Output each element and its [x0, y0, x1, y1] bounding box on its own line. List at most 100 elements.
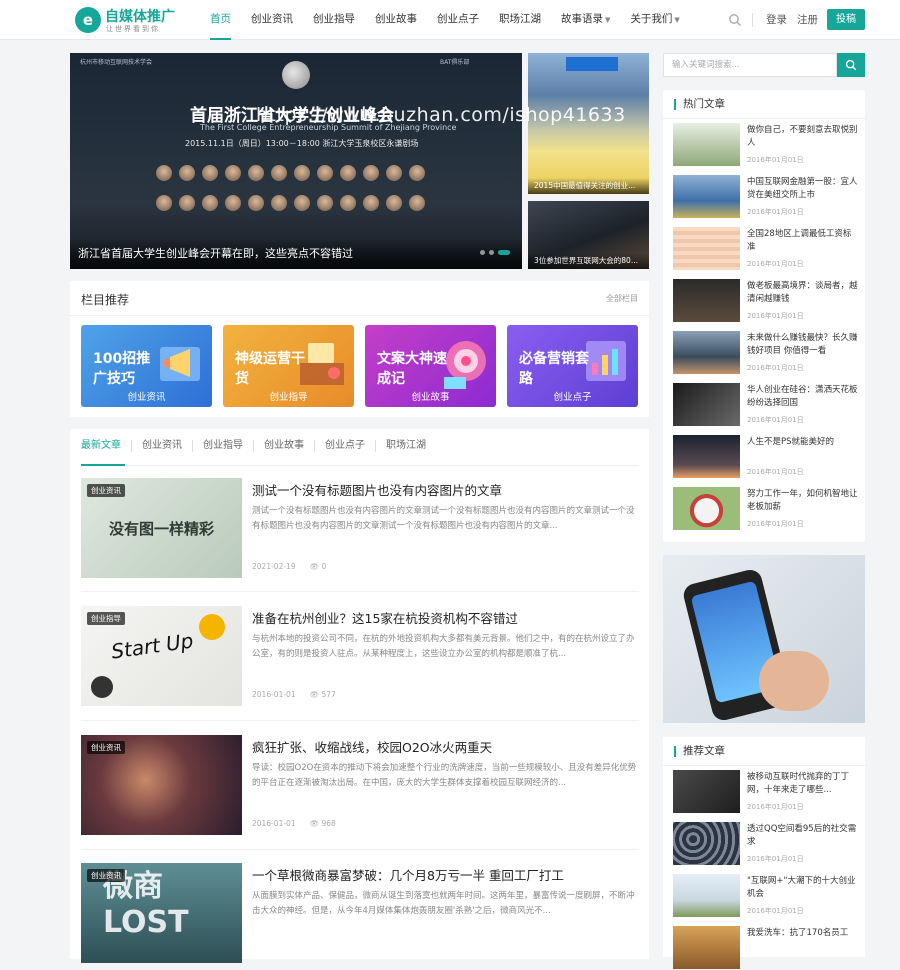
nav-label: 创业资讯 [251, 13, 293, 25]
hot-article-item[interactable]: 人生不是PS就能美好的 2016年01月01日 [673, 435, 859, 479]
recommended-article-item[interactable]: 透过QQ空间看95后的社交需求 2016年01月01日 [673, 822, 859, 866]
column-card-guide[interactable]: 神级运营干货 创业指导 [223, 325, 354, 407]
article-thumbnail[interactable]: 创业资讯 [81, 735, 242, 835]
hot-article-title[interactable]: 中国互联网金融第一股：宜人贷在美纽交所上市 [747, 176, 859, 202]
hot-article-item[interactable]: 未来做什么赚钱最快？长久赚钱好项目 你值得一看 2016年01月01日 [673, 331, 859, 375]
nav-item-startup-news[interactable]: 创业资讯 [241, 0, 303, 40]
watermark-text: https://www.huzhan.com/ishop41633 [256, 104, 626, 126]
all-columns-link[interactable]: 全部栏目 [606, 293, 638, 304]
hot-article-item[interactable]: 做你自己，不要刻意去取悦别人 2016年01月01日 [673, 123, 859, 167]
hot-article-item[interactable]: 中国互联网金融第一股：宜人贷在美纽交所上市 2016年01月01日 [673, 175, 859, 219]
tab-startup-stories[interactable]: 创业故事 [264, 440, 315, 452]
column-card-label: 创业指导 [269, 392, 308, 403]
register-link[interactable]: 注册 [797, 12, 818, 27]
hot-article-title[interactable]: 做你自己，不要刻意去取悦别人 [747, 124, 859, 150]
recommended-article-item[interactable]: "互联网+"大潮下的十大创业机会 2016年01月01日 [673, 874, 859, 918]
column-card-news[interactable]: 100招推广技巧 创业资讯 [81, 325, 212, 407]
tab-startup-guide[interactable]: 创业指导 [203, 440, 254, 452]
hot-article-item[interactable]: 华人创业在硅谷：潇洒天花板 纷纷选择回国 2016年01月01日 [673, 383, 859, 427]
article-views: 👁 0 [310, 562, 327, 571]
article-title[interactable]: 一个草根微商暴富梦破：几个月8万亏一半 重回工厂打工 [252, 865, 564, 884]
hot-article-title[interactable]: 全国28地区上调最低工资标准 [747, 228, 859, 254]
article-item[interactable]: 创业资讯 疯狂扩张、收缩战线，校园O2O冰火两重天 导读：校园O2O在资本的推动… [81, 735, 639, 835]
slide-organizer-left: 杭州市移动互联网技术学会 [80, 59, 153, 66]
hot-article-title[interactable]: 华人创业在硅谷：潇洒天花板 纷纷选择回国 [747, 384, 859, 410]
logo-mark-icon: e [75, 7, 101, 33]
nav-label: 关于我们 [630, 13, 673, 25]
recommended-article-title[interactable]: 被移动互联时代抛弃的丁丁网，十年来走了哪些... [747, 771, 859, 797]
search-input[interactable]: 输入关键词搜索... [663, 53, 837, 77]
column-card-label: 创业故事 [411, 392, 450, 403]
category-badge[interactable]: 创业资讯 [87, 484, 125, 497]
tab-startup-news[interactable]: 创业资讯 [142, 440, 193, 452]
slide-organizer-right: BAT俱乐部 [440, 59, 470, 66]
nav-item-quotes[interactable]: 故事语录 ▼ [551, 0, 620, 40]
hot-article-date: 2016年01月01日 [747, 312, 804, 320]
nav-item-startup-guide[interactable]: 创业指导 [303, 0, 365, 40]
recommended-article-title[interactable]: "互联网+"大潮下的十大创业机会 [747, 875, 859, 901]
article-title[interactable]: 准备在杭州创业？这15家在杭投资机构不容错过 [252, 608, 518, 627]
divider [81, 591, 639, 592]
nav-item-about[interactable]: 关于我们 ▼ [620, 0, 689, 40]
nav-item-startup-stories[interactable]: 创业故事 [365, 0, 427, 40]
hot-article-thumbnail [673, 123, 740, 166]
nav-item-workplace[interactable]: 职场江湖 [489, 0, 551, 40]
hot-article-thumbnail [673, 227, 740, 270]
logo-title: 自媒体推广 [105, 9, 175, 25]
article-item[interactable]: Start Up 创业指导 准备在杭州创业？这15家在杭投资机构不容错过 与杭州… [81, 606, 639, 706]
eye-icon: 👁 [309, 690, 320, 699]
views-count: 0 [321, 562, 327, 571]
hot-article-title[interactable]: 人生不是PS就能美好的 [747, 436, 859, 462]
category-badge[interactable]: 创业指导 [87, 612, 125, 625]
article-title[interactable]: 测试一个没有标题图片也没有内容图片的文章 [252, 480, 502, 499]
hot-article-date: 2016年01月01日 [747, 416, 804, 424]
hot-article-thumbnail [673, 487, 740, 530]
slider-dot-active[interactable] [498, 250, 510, 255]
featured-side-item[interactable]: 3位参加世界互联网大会的80... [528, 201, 649, 269]
slide-title[interactable]: 浙江省首届大学生创业峰会开幕在即，这些亮点不容错过 [78, 245, 353, 261]
recommended-article-title[interactable]: 我爱洗车：抗了170名员工 [747, 927, 859, 953]
hot-article-item[interactable]: 努力工作一年，如何机智地让老板加薪 2016年01月01日 [673, 487, 859, 531]
hot-article-title[interactable]: 努力工作一年，如何机智地让老板加薪 [747, 488, 859, 514]
search-icon[interactable] [728, 13, 742, 27]
column-card-ideas[interactable]: 必备营销套路 创业点子 [507, 325, 638, 407]
hot-article-item[interactable]: 做老板最高境界：谈局者，越清闲越赚钱 2016年01月01日 [673, 279, 859, 323]
search-button[interactable] [837, 53, 865, 77]
article-item[interactable]: 没有图一样精彩 创业资讯 测试一个没有标题图片也没有内容图片的文章 测试一个没有… [81, 478, 639, 578]
hot-article-date: 2016年01月01日 [747, 364, 804, 372]
column-card-label: 创业资讯 [127, 392, 166, 403]
category-badge[interactable]: 创业资讯 [87, 741, 125, 754]
hot-article-item[interactable]: 全国28地区上调最低工资标准 2016年01月01日 [673, 227, 859, 271]
nav-label: 创业点子 [437, 13, 479, 25]
hot-article-title[interactable]: 做老板最高境界：谈局者，越清闲越赚钱 [747, 280, 859, 306]
nav-item-startup-ideas[interactable]: 创业点子 [427, 0, 489, 40]
submit-post-button[interactable]: 投稿 [827, 9, 865, 30]
recommended-article-item[interactable]: 我爱洗车：抗了170名员工 [673, 926, 859, 970]
article-title[interactable]: 疯狂扩张、收缩战线，校园O2O冰火两重天 [252, 737, 492, 756]
nav-item-home[interactable]: 首页 [200, 0, 241, 40]
hot-article-title[interactable]: 未来做什么赚钱最快？长久赚钱好项目 你值得一看 [747, 332, 859, 358]
recommended-article-thumbnail [673, 926, 740, 969]
hot-article-date: 2016年01月01日 [747, 156, 804, 164]
site-logo[interactable]: e 自媒体推广 让世界看到你 [75, 5, 195, 35]
featured-slider[interactable]: 杭州市移动互联网技术学会 BAT俱乐部 首届浙江省大学生创业峰会 The Fir… [70, 53, 522, 269]
login-link[interactable]: 登录 [766, 12, 787, 27]
article-item[interactable]: 微商 LOST 创业资讯 一个草根微商暴富梦破：几个月8万亏一半 重回工厂打工 … [81, 863, 639, 963]
column-card-stories[interactable]: 文案大神速成记 创业故事 [365, 325, 496, 407]
thumbnail-text: 没有图一样精彩 [108, 520, 214, 538]
slider-dot[interactable] [480, 250, 485, 255]
recommended-article-title[interactable]: 透过QQ空间看95后的社交需求 [747, 823, 859, 849]
category-badge[interactable]: 创业资讯 [87, 869, 125, 882]
tab-startup-ideas[interactable]: 创业点子 [325, 440, 376, 452]
recommended-article-date: 2016年01月01日 [747, 803, 804, 811]
tab-workplace[interactable]: 职场江湖 [386, 440, 436, 452]
article-thumbnail[interactable]: Start Up 创业指导 [81, 606, 242, 706]
tab-latest[interactable]: 最新文章 [81, 440, 132, 452]
slider-dot[interactable] [489, 250, 494, 255]
article-views: 👁 577 [310, 690, 336, 699]
sidebar-ad-banner[interactable] [663, 555, 865, 723]
article-thumbnail[interactable]: 微商 LOST 创业资讯 [81, 863, 242, 963]
recommended-article-item[interactable]: 被移动互联时代抛弃的丁丁网，十年来走了哪些... 2016年01月01日 [673, 770, 859, 814]
article-thumbnail[interactable]: 没有图一样精彩 创业资讯 [81, 478, 242, 578]
views-count: 577 [321, 690, 336, 699]
